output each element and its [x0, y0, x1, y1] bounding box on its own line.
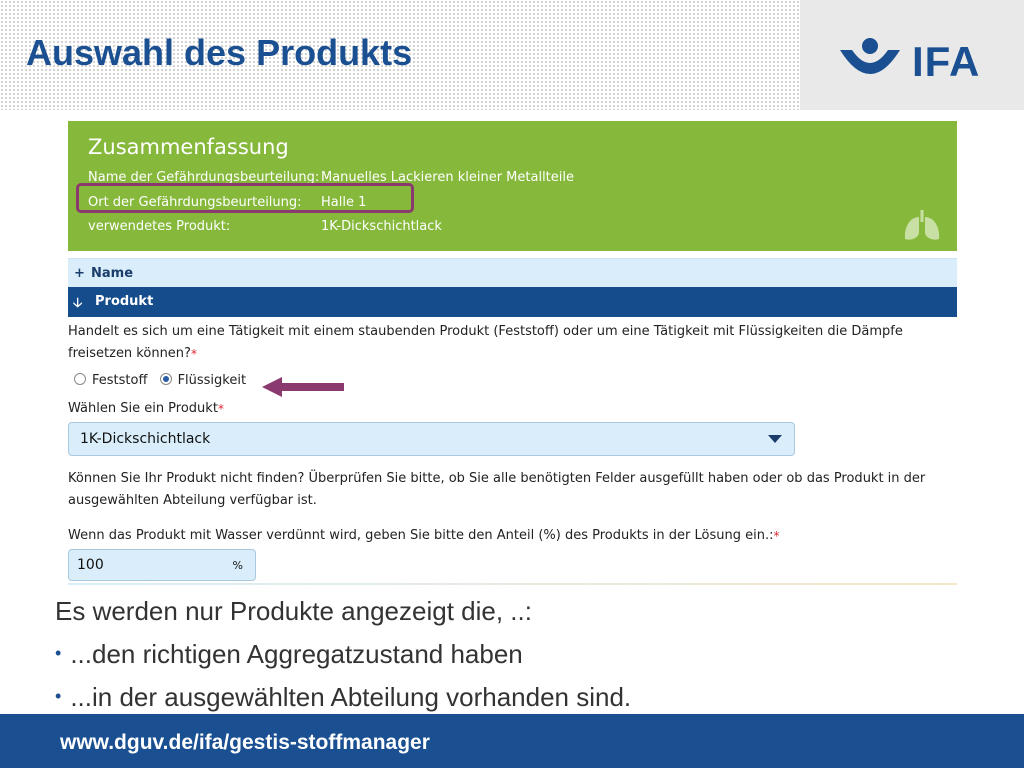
required-mark: * [217, 402, 224, 416]
dguv-logo-icon [840, 38, 900, 74]
required-mark: * [190, 347, 197, 361]
location-highlight-frame [76, 183, 414, 213]
radio-button-selected[interactable] [159, 373, 172, 385]
slide-footer: www.dguv.de/ifa/gestis-stoffmanager [0, 714, 1024, 768]
logo-text: IFA [912, 38, 981, 85]
summary-panel: Zusammenfassung Name der Gefährdungsbeur… [68, 121, 957, 251]
list-item: • ...den richtigen Aggregatzustand haben [55, 632, 631, 675]
hint-line1: Können Sie Ihr Produkt nicht finden? Übe… [68, 471, 926, 486]
list-item: • ...in der ausgewählten Abteilung vorhan… [55, 675, 631, 718]
slide-title: Auswahl des Produkts [26, 32, 413, 73]
section-name-toggle[interactable]: + Name [68, 258, 957, 287]
state-question-line2-wrap: freisetzen können?* [68, 343, 903, 365]
product-select[interactable]: 1K-Dickschichtlack [68, 422, 795, 456]
arrow-down-icon: 🡣 [73, 296, 83, 311]
summary-row-label: verwendetes Produkt: [88, 219, 231, 234]
hint-line2: ausgewählten Abteilung verfügbar ist. [68, 493, 317, 508]
dilution-label: Wenn das Produkt mit Wasser verdünnt wir… [68, 528, 774, 543]
dilution-label-wrap: Wenn das Produkt mit Wasser verdünnt wir… [68, 525, 779, 547]
summary-title: Zusammenfassung [88, 135, 289, 159]
radio-option-feststoff[interactable]: Feststoff [74, 373, 147, 388]
radio-button[interactable] [74, 373, 86, 385]
summary-row-product: verwendetes Produkt: 1K-Dickschichtlack [88, 219, 442, 234]
summary-row-value: 1K-Dickschichtlack [321, 219, 442, 234]
dilution-input-value: 100 [77, 557, 104, 573]
state-question: Handelt es sich um eine Tätigkeit mit ei… [68, 321, 903, 365]
bullet-icon: • [55, 686, 62, 706]
section-produkt-toggle[interactable]: 🡣 Produkt [68, 287, 957, 317]
product-label-wrap: Wählen Sie ein Produkt* [68, 398, 224, 420]
notes-list: Es werden nur Produkte angezeigt die, ..… [55, 590, 631, 718]
lungs-icon [904, 210, 940, 240]
section-produkt-label: Produkt [95, 294, 154, 309]
section-name-label: Name [91, 266, 134, 281]
radio-option-fluessigkeit[interactable]: Flüssigkeit [159, 373, 247, 388]
radio-label: Feststoff [92, 373, 148, 388]
ifa-logo: IFA [838, 36, 981, 86]
dilution-unit: % [232, 559, 243, 572]
state-question-line1: Handelt es sich um eine Tätigkeit mit ei… [68, 324, 903, 339]
radio-label: Flüssigkeit [177, 373, 247, 388]
state-question-line2: freisetzen können? [68, 346, 191, 361]
form-divider [68, 583, 957, 585]
product-label: Wählen Sie ein Produkt [68, 401, 218, 416]
product-not-found-hint: Können Sie Ihr Produkt nicht finden? Übe… [68, 468, 925, 512]
product-select-value: 1K-Dickschichtlack [80, 431, 211, 447]
required-mark: * [773, 529, 780, 543]
list-item-text: ...in der ausgewählten Abteilung vorhand… [70, 682, 632, 712]
bullet-icon: • [55, 643, 62, 663]
state-radio-group: Feststoff Flüssigkeit [74, 373, 246, 388]
chevron-down-icon[interactable] [768, 435, 782, 443]
dilution-input[interactable]: 100 % [68, 549, 256, 581]
footer-url: www.dguv.de/ifa/gestis-stoffmanager [60, 731, 430, 754]
list-item-text: ...den richtigen Aggregatzustand haben [70, 639, 523, 669]
notes-intro: Es werden nur Produkte angezeigt die, ..… [55, 596, 532, 626]
plus-icon: + [74, 266, 85, 281]
arrow-left-icon [262, 377, 344, 397]
